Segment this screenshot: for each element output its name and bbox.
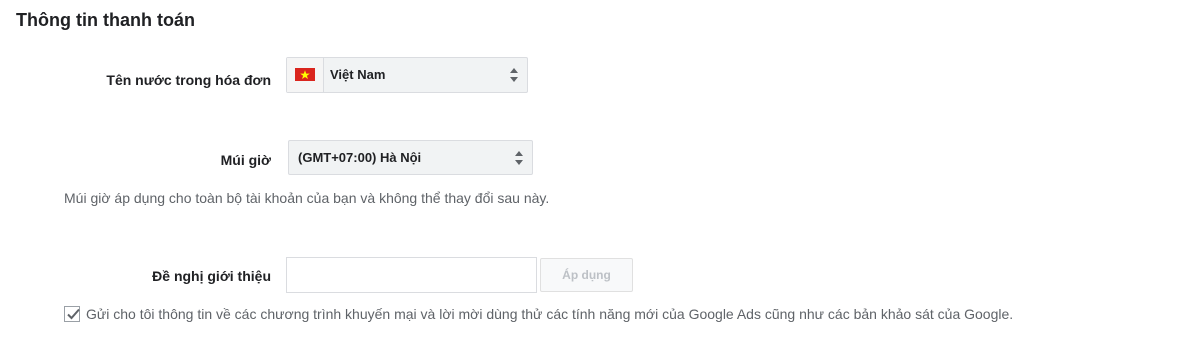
flag-cell xyxy=(287,58,324,92)
country-label: Tên nước trong hóa đơn xyxy=(106,72,271,88)
select-arrows-icon xyxy=(514,150,524,166)
timezone-label: Múi giờ xyxy=(220,152,271,168)
promo-code-input[interactable] xyxy=(286,257,537,293)
marketing-checkbox-label: Gửi cho tôi thông tin về các chương trìn… xyxy=(86,306,1014,322)
country-select[interactable]: Việt Nam xyxy=(286,57,528,93)
marketing-opt-in-row[interactable]: Gửi cho tôi thông tin về các chương trìn… xyxy=(64,303,1013,325)
promo-label: Đề nghị giới thiệu xyxy=(152,268,271,284)
marketing-checkbox[interactable] xyxy=(64,306,80,322)
timezone-help-text: Múi giờ áp dụng cho toàn bộ tài khoản củ… xyxy=(64,190,550,206)
section-title: Thông tin thanh toán xyxy=(16,10,195,30)
vietnam-flag-icon xyxy=(295,68,315,81)
timezone-select-value: (GMT+07:00) Hà Nội xyxy=(298,150,422,165)
apply-button[interactable]: Áp dụng xyxy=(540,258,633,292)
country-select-value: Việt Nam xyxy=(330,67,386,82)
checkmark-icon xyxy=(67,308,80,320)
select-arrows-icon xyxy=(509,67,519,83)
timezone-select[interactable]: (GMT+07:00) Hà Nội xyxy=(288,140,533,175)
